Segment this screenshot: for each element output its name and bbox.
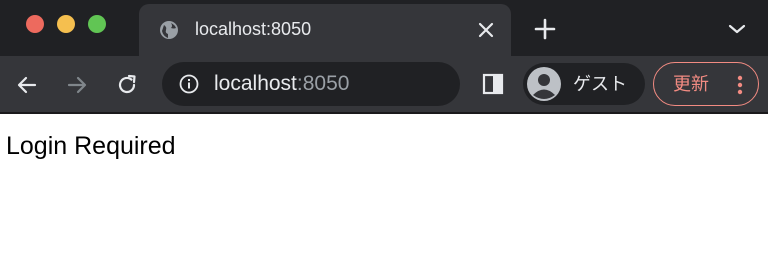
toolbar: localhost:8050 ゲスト 更新	[0, 56, 768, 112]
forward-arrow-icon[interactable]	[65, 73, 89, 97]
avatar-icon	[527, 67, 561, 101]
info-icon[interactable]	[179, 74, 199, 94]
tab-strip: localhost:8050	[0, 0, 768, 56]
back-arrow-icon[interactable]	[15, 73, 39, 97]
new-tab-button[interactable]	[534, 18, 556, 40]
url-host: localhost	[214, 72, 297, 95]
reload-icon[interactable]	[115, 73, 139, 97]
address-bar[interactable]: localhost:8050	[162, 62, 460, 106]
profile-button[interactable]: ゲスト	[523, 63, 645, 105]
chevron-down-icon[interactable]	[727, 20, 747, 38]
url-port: :8050	[296, 72, 350, 95]
side-panel-icon[interactable]	[482, 73, 504, 95]
globe-icon	[160, 21, 178, 39]
close-icon[interactable]	[476, 20, 496, 40]
window-minimize-button[interactable]	[57, 15, 75, 33]
login-required-message: Login Required	[6, 132, 176, 160]
more-vertical-icon[interactable]	[730, 74, 750, 96]
update-label: 更新	[673, 74, 709, 94]
page-content: Login Required	[0, 114, 768, 272]
active-tab[interactable]: localhost:8050	[139, 4, 511, 56]
window-close-button[interactable]	[26, 15, 44, 33]
url-text[interactable]: localhost:8050	[214, 71, 349, 97]
profile-label: ゲスト	[573, 74, 627, 94]
update-button[interactable]: 更新	[653, 62, 759, 106]
window-maximize-button[interactable]	[88, 15, 106, 33]
tab-title: localhost:8050	[195, 19, 312, 39]
